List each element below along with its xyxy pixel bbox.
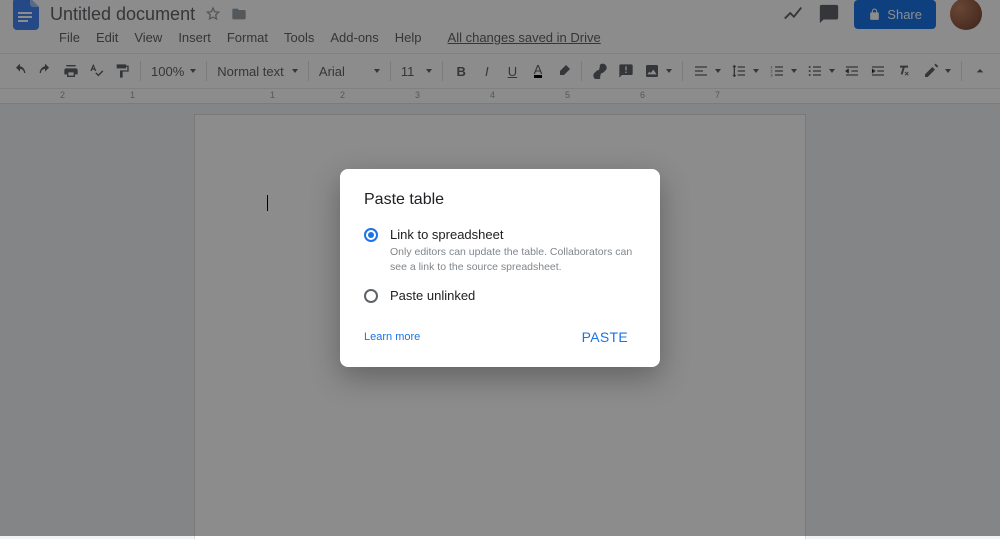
radio-icon [364,228,378,242]
radio-icon [364,289,378,303]
option-description: Only editors can update the table. Colla… [390,245,636,273]
modal-scrim[interactable]: Paste table Link to spreadsheet Only edi… [0,0,1000,536]
paste-button[interactable]: PASTE [574,323,636,351]
option-label: Link to spreadsheet [390,227,636,242]
option-label: Paste unlinked [390,288,475,303]
paste-table-dialog: Paste table Link to spreadsheet Only edi… [340,169,660,366]
option-link-to-spreadsheet[interactable]: Link to spreadsheet Only editors can upd… [364,227,636,273]
option-paste-unlinked[interactable]: Paste unlinked [364,288,636,303]
learn-more-link[interactable]: Learn more [364,331,420,343]
dialog-title: Paste table [364,191,636,209]
